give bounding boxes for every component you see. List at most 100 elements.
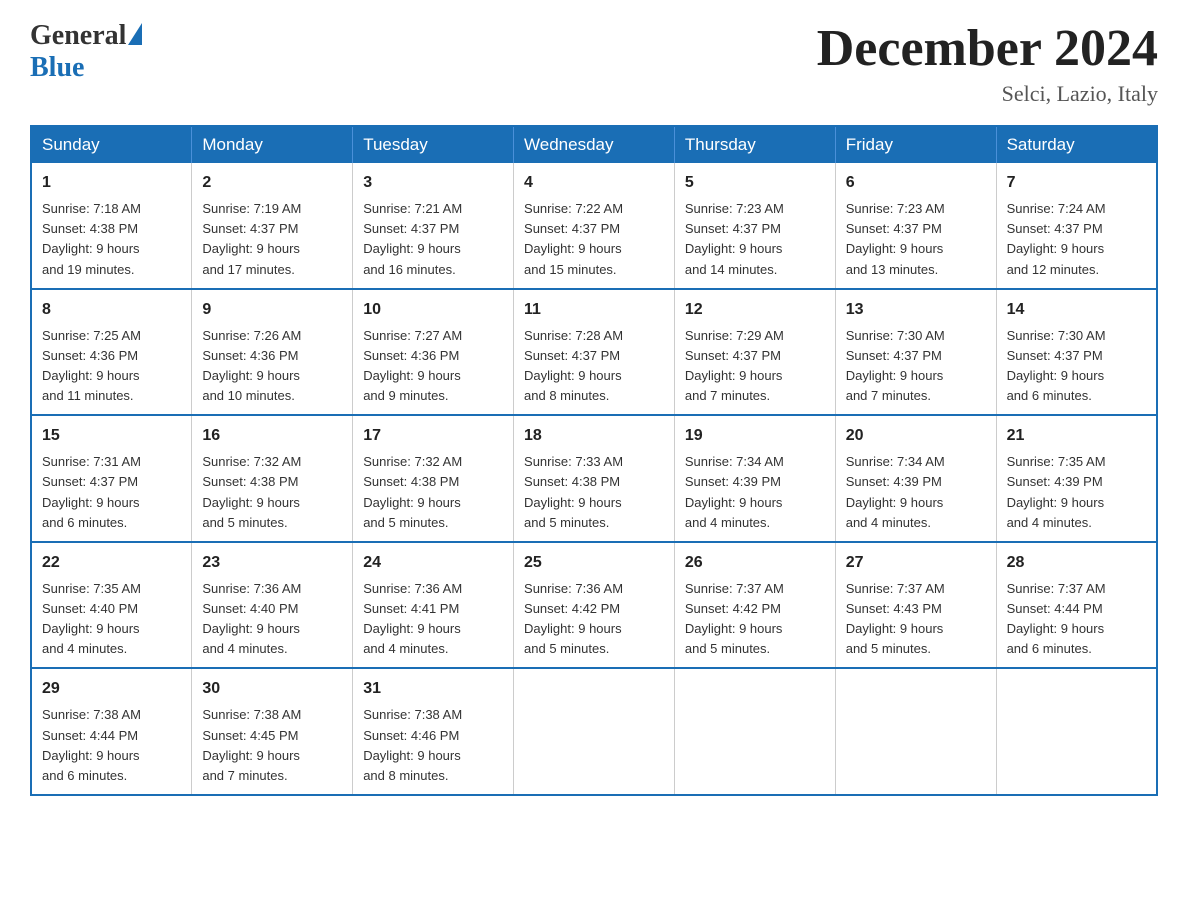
day-info: Sunrise: 7:36 AMSunset: 4:40 PMDaylight:… [202, 581, 301, 656]
header-friday: Friday [835, 126, 996, 163]
table-row: 12 Sunrise: 7:29 AMSunset: 4:37 PMDaylig… [674, 289, 835, 416]
calendar-table: Sunday Monday Tuesday Wednesday Thursday… [30, 125, 1158, 796]
table-row: 25 Sunrise: 7:36 AMSunset: 4:42 PMDaylig… [514, 542, 675, 669]
day-number: 18 [524, 424, 664, 448]
day-info: Sunrise: 7:23 AMSunset: 4:37 PMDaylight:… [685, 201, 784, 276]
day-info: Sunrise: 7:32 AMSunset: 4:38 PMDaylight:… [363, 454, 462, 529]
header-tuesday: Tuesday [353, 126, 514, 163]
title-section: December 2024 Selci, Lazio, Italy [817, 20, 1158, 107]
day-info: Sunrise: 7:30 AMSunset: 4:37 PMDaylight:… [1007, 328, 1106, 403]
day-number: 17 [363, 424, 503, 448]
table-row: 16 Sunrise: 7:32 AMSunset: 4:38 PMDaylig… [192, 415, 353, 542]
calendar-week-2: 8 Sunrise: 7:25 AMSunset: 4:36 PMDayligh… [31, 289, 1157, 416]
day-info: Sunrise: 7:22 AMSunset: 4:37 PMDaylight:… [524, 201, 623, 276]
day-info: Sunrise: 7:35 AMSunset: 4:39 PMDaylight:… [1007, 454, 1106, 529]
table-row: 17 Sunrise: 7:32 AMSunset: 4:38 PMDaylig… [353, 415, 514, 542]
day-number: 9 [202, 298, 342, 322]
day-number: 31 [363, 677, 503, 701]
table-row: 20 Sunrise: 7:34 AMSunset: 4:39 PMDaylig… [835, 415, 996, 542]
table-row: 3 Sunrise: 7:21 AMSunset: 4:37 PMDayligh… [353, 163, 514, 289]
day-number: 26 [685, 551, 825, 575]
day-number: 4 [524, 171, 664, 195]
table-row: 15 Sunrise: 7:31 AMSunset: 4:37 PMDaylig… [31, 415, 192, 542]
day-info: Sunrise: 7:34 AMSunset: 4:39 PMDaylight:… [846, 454, 945, 529]
logo-triangle-icon [128, 23, 142, 45]
header-saturday: Saturday [996, 126, 1157, 163]
day-info: Sunrise: 7:38 AMSunset: 4:44 PMDaylight:… [42, 707, 141, 782]
calendar-week-4: 22 Sunrise: 7:35 AMSunset: 4:40 PMDaylig… [31, 542, 1157, 669]
table-row: 26 Sunrise: 7:37 AMSunset: 4:42 PMDaylig… [674, 542, 835, 669]
day-number: 30 [202, 677, 342, 701]
table-row: 5 Sunrise: 7:23 AMSunset: 4:37 PMDayligh… [674, 163, 835, 289]
calendar-header-row: Sunday Monday Tuesday Wednesday Thursday… [31, 126, 1157, 163]
header-wednesday: Wednesday [514, 126, 675, 163]
day-info: Sunrise: 7:37 AMSunset: 4:44 PMDaylight:… [1007, 581, 1106, 656]
table-row: 22 Sunrise: 7:35 AMSunset: 4:40 PMDaylig… [31, 542, 192, 669]
day-info: Sunrise: 7:21 AMSunset: 4:37 PMDaylight:… [363, 201, 462, 276]
day-number: 25 [524, 551, 664, 575]
table-row: 27 Sunrise: 7:37 AMSunset: 4:43 PMDaylig… [835, 542, 996, 669]
day-number: 11 [524, 298, 664, 322]
day-info: Sunrise: 7:36 AMSunset: 4:42 PMDaylight:… [524, 581, 623, 656]
table-row: 23 Sunrise: 7:36 AMSunset: 4:40 PMDaylig… [192, 542, 353, 669]
header-thursday: Thursday [674, 126, 835, 163]
day-info: Sunrise: 7:18 AMSunset: 4:38 PMDaylight:… [42, 201, 141, 276]
day-number: 21 [1007, 424, 1146, 448]
table-row: 28 Sunrise: 7:37 AMSunset: 4:44 PMDaylig… [996, 542, 1157, 669]
day-info: Sunrise: 7:32 AMSunset: 4:38 PMDaylight:… [202, 454, 301, 529]
table-row: 6 Sunrise: 7:23 AMSunset: 4:37 PMDayligh… [835, 163, 996, 289]
table-row: 24 Sunrise: 7:36 AMSunset: 4:41 PMDaylig… [353, 542, 514, 669]
logo-general-text: General [30, 20, 126, 52]
table-row: 2 Sunrise: 7:19 AMSunset: 4:37 PMDayligh… [192, 163, 353, 289]
table-row [996, 668, 1157, 795]
day-number: 3 [363, 171, 503, 195]
day-info: Sunrise: 7:28 AMSunset: 4:37 PMDaylight:… [524, 328, 623, 403]
day-number: 29 [42, 677, 181, 701]
header-monday: Monday [192, 126, 353, 163]
day-number: 1 [42, 171, 181, 195]
table-row: 8 Sunrise: 7:25 AMSunset: 4:36 PMDayligh… [31, 289, 192, 416]
day-number: 7 [1007, 171, 1146, 195]
day-info: Sunrise: 7:27 AMSunset: 4:36 PMDaylight:… [363, 328, 462, 403]
table-row [514, 668, 675, 795]
calendar-week-1: 1 Sunrise: 7:18 AMSunset: 4:38 PMDayligh… [31, 163, 1157, 289]
day-info: Sunrise: 7:26 AMSunset: 4:36 PMDaylight:… [202, 328, 301, 403]
day-number: 6 [846, 171, 986, 195]
table-row [835, 668, 996, 795]
day-info: Sunrise: 7:31 AMSunset: 4:37 PMDaylight:… [42, 454, 141, 529]
day-info: Sunrise: 7:35 AMSunset: 4:40 PMDaylight:… [42, 581, 141, 656]
calendar-week-3: 15 Sunrise: 7:31 AMSunset: 4:37 PMDaylig… [31, 415, 1157, 542]
header-sunday: Sunday [31, 126, 192, 163]
table-row: 11 Sunrise: 7:28 AMSunset: 4:37 PMDaylig… [514, 289, 675, 416]
day-info: Sunrise: 7:24 AMSunset: 4:37 PMDaylight:… [1007, 201, 1106, 276]
day-number: 19 [685, 424, 825, 448]
page-header: General Blue December 2024 Selci, Lazio,… [30, 20, 1158, 107]
day-info: Sunrise: 7:38 AMSunset: 4:45 PMDaylight:… [202, 707, 301, 782]
table-row: 30 Sunrise: 7:38 AMSunset: 4:45 PMDaylig… [192, 668, 353, 795]
day-number: 12 [685, 298, 825, 322]
table-row [674, 668, 835, 795]
day-info: Sunrise: 7:30 AMSunset: 4:37 PMDaylight:… [846, 328, 945, 403]
table-row: 4 Sunrise: 7:22 AMSunset: 4:37 PMDayligh… [514, 163, 675, 289]
day-number: 28 [1007, 551, 1146, 575]
day-number: 16 [202, 424, 342, 448]
day-number: 10 [363, 298, 503, 322]
logo-blue-text: Blue [30, 52, 84, 84]
table-row: 10 Sunrise: 7:27 AMSunset: 4:36 PMDaylig… [353, 289, 514, 416]
day-info: Sunrise: 7:37 AMSunset: 4:42 PMDaylight:… [685, 581, 784, 656]
day-info: Sunrise: 7:25 AMSunset: 4:36 PMDaylight:… [42, 328, 141, 403]
table-row: 21 Sunrise: 7:35 AMSunset: 4:39 PMDaylig… [996, 415, 1157, 542]
day-number: 15 [42, 424, 181, 448]
table-row: 31 Sunrise: 7:38 AMSunset: 4:46 PMDaylig… [353, 668, 514, 795]
table-row: 29 Sunrise: 7:38 AMSunset: 4:44 PMDaylig… [31, 668, 192, 795]
table-row: 13 Sunrise: 7:30 AMSunset: 4:37 PMDaylig… [835, 289, 996, 416]
day-number: 14 [1007, 298, 1146, 322]
day-info: Sunrise: 7:38 AMSunset: 4:46 PMDaylight:… [363, 707, 462, 782]
table-row: 18 Sunrise: 7:33 AMSunset: 4:38 PMDaylig… [514, 415, 675, 542]
day-number: 22 [42, 551, 181, 575]
day-number: 13 [846, 298, 986, 322]
day-info: Sunrise: 7:37 AMSunset: 4:43 PMDaylight:… [846, 581, 945, 656]
day-info: Sunrise: 7:23 AMSunset: 4:37 PMDaylight:… [846, 201, 945, 276]
day-number: 24 [363, 551, 503, 575]
day-number: 8 [42, 298, 181, 322]
